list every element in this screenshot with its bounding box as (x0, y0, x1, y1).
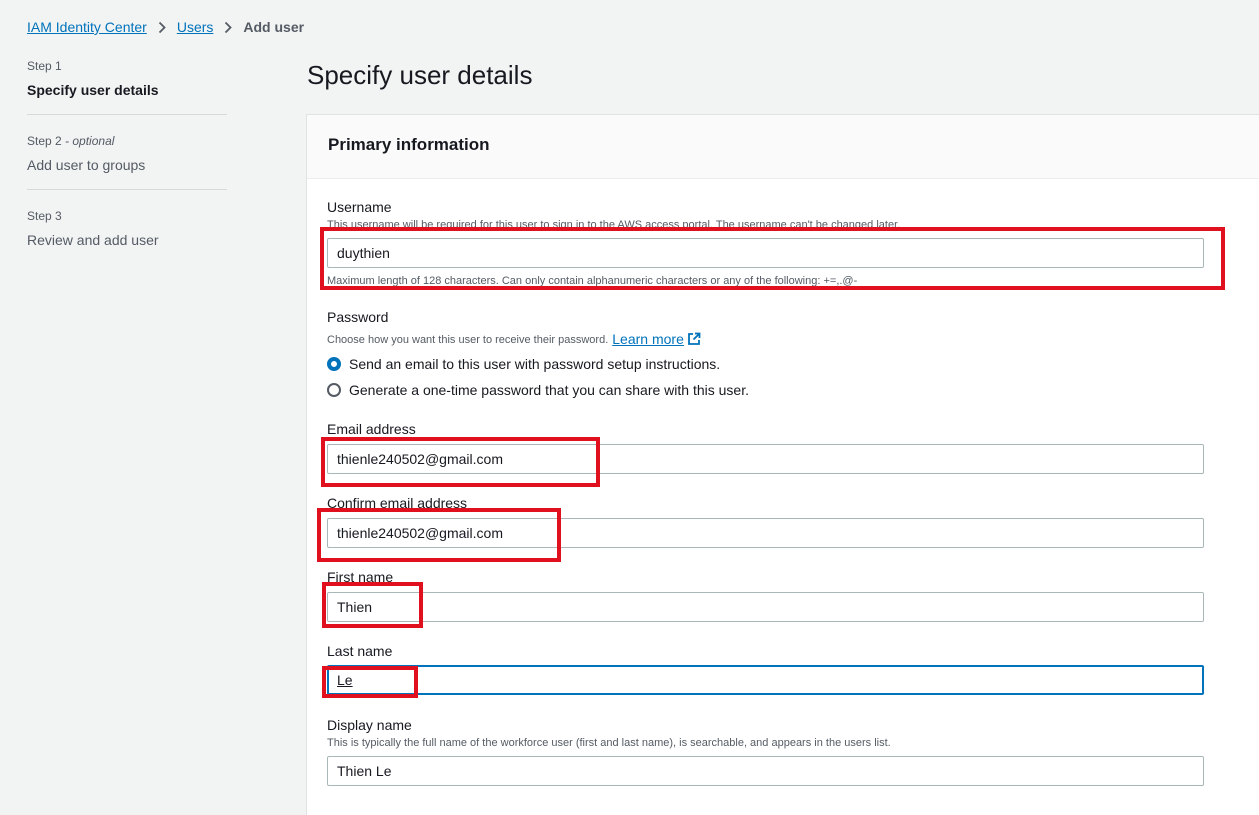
step-title: Review and add user (27, 232, 159, 248)
wizard-step-3[interactable]: Step 3 Review and add user (27, 189, 227, 264)
external-link-icon (687, 332, 701, 348)
first-name-label: First name (327, 569, 394, 585)
step-title: Specify user details (27, 82, 159, 98)
password-description-row: Choose how you want this user to receive… (327, 332, 701, 348)
display-name-input[interactable]: Thien Le (327, 756, 1204, 786)
panel-header: Primary information (307, 115, 1259, 179)
confirm-email-input[interactable]: thienle240502@gmail.com (327, 518, 1204, 548)
first-name-input[interactable]: Thien (327, 592, 1204, 622)
chevron-right-icon (224, 21, 233, 34)
username-description: This username will be required for this … (327, 219, 901, 231)
username-input[interactable]: duythien (327, 238, 1204, 268)
wizard-step-1[interactable]: Step 1 Specify user details (27, 58, 227, 114)
step-number-text: Step 2 (27, 134, 62, 148)
learn-more-label: Learn more (612, 331, 684, 347)
last-name-input[interactable]: Le (327, 665, 1204, 695)
breadcrumb-link-iam-identity-center[interactable]: IAM Identity Center (27, 19, 147, 35)
breadcrumb-current: Add user (243, 19, 305, 35)
breadcrumb-link-users[interactable]: Users (177, 19, 214, 35)
step-number: Step 2 - optional (27, 133, 227, 149)
display-name-label: Display name (327, 717, 412, 733)
confirm-email-value: thienle240502@gmail.com (337, 525, 503, 541)
panel-title: Primary information (328, 135, 490, 154)
email-label: Email address (327, 421, 416, 437)
learn-more-link[interactable]: Learn more (612, 332, 701, 348)
wizard-steps: Step 1 Specify user details Step 2 - opt… (27, 56, 227, 264)
password-label: Password (327, 309, 389, 325)
password-option-one-time-label: Generate a one-time password that you ca… (349, 382, 749, 398)
username-constraint: Maximum length of 128 characters. Can on… (327, 275, 858, 287)
username-value: duythien (337, 245, 390, 261)
step-optional-label: - optional (65, 134, 115, 148)
email-value: thienle240502@gmail.com (337, 451, 503, 467)
password-option-email-label: Send an email to this user with password… (349, 356, 721, 372)
email-input[interactable]: thienle240502@gmail.com (327, 444, 1204, 474)
wizard-step-2[interactable]: Step 2 - optional Add user to groups (27, 114, 227, 189)
password-option-one-time[interactable]: Generate a one-time password that you ca… (327, 382, 749, 398)
display-name-description: This is typically the full name of the w… (327, 737, 891, 749)
breadcrumb: IAM Identity Center Users Add user (27, 17, 304, 37)
username-label: Username (327, 199, 392, 215)
chevron-right-icon (158, 21, 166, 34)
radio-unselected-icon[interactable] (327, 383, 341, 397)
step-title: Add user to groups (27, 157, 146, 173)
password-option-email[interactable]: Send an email to this user with password… (327, 356, 720, 372)
display-name-value: Thien Le (337, 763, 392, 779)
last-name-value: Le (337, 672, 353, 688)
password-description: Choose how you want this user to receive… (327, 334, 609, 346)
confirm-email-label: Confirm email address (327, 495, 468, 511)
first-name-value: Thien (337, 599, 373, 615)
step-number: Step 1 (27, 59, 62, 73)
last-name-label: Last name (327, 643, 393, 659)
page-title: Specify user details (307, 60, 533, 90)
step-number: Step 3 (27, 209, 62, 223)
radio-selected-icon[interactable] (327, 357, 341, 371)
